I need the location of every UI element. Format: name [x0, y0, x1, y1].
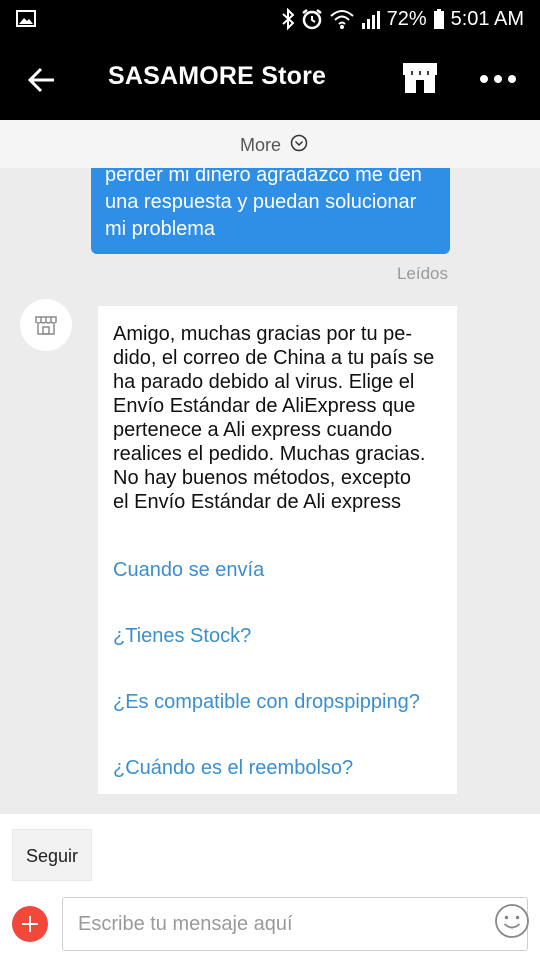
message-line: el Envío Estándar de Ali express: [113, 491, 401, 513]
message-line: Amigo, muchas gracias por tu pe-: [113, 323, 413, 345]
quick-question-stock[interactable]: ¿Tienes Stock?: [113, 624, 251, 648]
follow-button[interactable]: Seguir: [12, 829, 92, 881]
emoji-icon[interactable]: [494, 903, 530, 939]
chevron-down-icon[interactable]: [290, 134, 308, 152]
more-options-icon[interactable]: [478, 64, 518, 94]
composer-bar: Escribe tu mensaje aquí: [0, 894, 540, 960]
follow-area: Seguir: [0, 814, 540, 894]
status-bar: 72% 5:01 AM: [0, 0, 540, 38]
load-more-bar[interactable]: More: [0, 120, 540, 168]
message-line: pertenece a Ali express cuando: [113, 419, 393, 441]
more-label[interactable]: More: [240, 135, 281, 156]
clock: 5:01 AM: [450, 7, 524, 30]
incoming-message-bubble[interactable]: Amigo, muchas gracias por tu pe- dido, e…: [98, 306, 457, 794]
quick-question-refund[interactable]: ¿Cuándo es el reembolso?: [113, 756, 353, 780]
signal-icon: [361, 11, 380, 29]
page-title: SASAMORE Store: [108, 62, 327, 90]
battery-percent: 72%: [386, 7, 427, 30]
read-status: Leídos: [396, 264, 448, 283]
message-line: dido, el correo de China a tu país se: [113, 347, 435, 369]
message-line: ha parado debido al virus. Elige el: [113, 371, 415, 393]
message-line: una respuesta y puedan solucionar: [105, 191, 417, 213]
back-arrow-icon[interactable]: [22, 60, 62, 100]
bluetooth-icon: [281, 8, 295, 30]
message-line: No hay buenos métodos, excepto: [113, 467, 411, 489]
outgoing-message-bubble[interactable]: perder mi dinero agradazco me den una re…: [91, 168, 450, 254]
message-line: perder mi dinero agradazco me den: [105, 168, 422, 186]
message-line: realices el pedido. Muchas gracias.: [113, 443, 426, 465]
add-attachment-button[interactable]: [12, 906, 48, 942]
wifi-icon: [329, 10, 354, 29]
message-line: mi problema: [105, 218, 216, 240]
incoming-message-text: Amigo, muchas gracias por tu pe- dido, e…: [113, 322, 453, 514]
store-icon[interactable]: [400, 58, 440, 98]
store-avatar-icon: [35, 316, 57, 335]
store-avatar[interactable]: [20, 299, 72, 351]
quick-question-when-shipped[interactable]: Cuando se envía: [113, 558, 264, 582]
chat-area[interactable]: perder mi dinero agradazco me den una re…: [0, 168, 540, 814]
battery-icon: [433, 9, 444, 29]
quick-question-dropshipping[interactable]: ¿Es compatible con dropspipping?: [113, 690, 420, 714]
gallery-notification-icon: [16, 10, 36, 27]
app-bar: SASAMORE Store: [0, 38, 540, 120]
message-input[interactable]: Escribe tu mensaje aquí: [62, 897, 528, 951]
alarm-icon: [301, 9, 322, 30]
message-line: Envío Estándar de AliExpress que: [113, 395, 416, 417]
